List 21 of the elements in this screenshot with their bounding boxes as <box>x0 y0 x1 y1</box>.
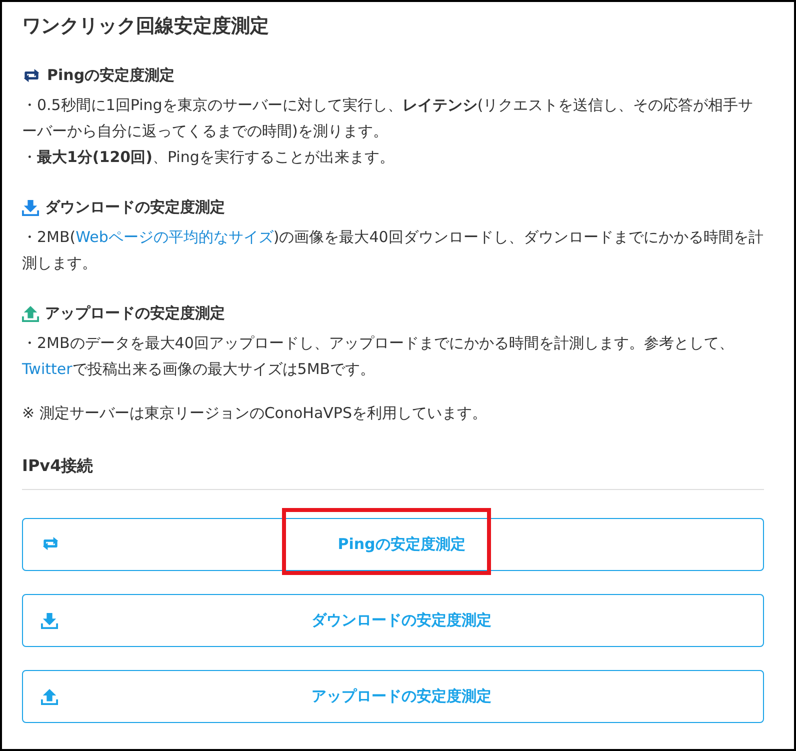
description-text: ・2MB(Webページの平均的なサイズ)の画像を最大40回ダウンロードし、ダウンロードまでにかかる時間を計測します。 <box>22 227 764 274</box>
measure-button[interactable]: Pingの安定度測定 <box>22 518 764 571</box>
upload-icon <box>41 688 58 705</box>
note-text: ※ 測定サーバーは東京リージョンのConoHaVPSを利用しています。 <box>22 403 488 424</box>
download-icon <box>41 612 58 629</box>
measure-button[interactable]: アップロードの安定度測定 <box>22 670 764 723</box>
description-text: ・0.5秒間に1回Pingを東京のサーバーに対して実行し、レイテンシ(リクエストを送信し、その応答が相手サーバーから自分に返ってくるまでの時間)を測ります。 <box>22 95 754 142</box>
section-heading: Pingの安定度測定 <box>47 66 175 84</box>
description-text: ・最大1分(120回)、Pingを実行することが出来ます。 <box>22 147 396 168</box>
measure-button[interactable]: ダウンロードの安定度測定 <box>22 594 764 647</box>
text-link[interactable]: Twitter <box>22 360 72 378</box>
section-heading: アップロードの安定度測定 <box>45 304 225 322</box>
description-text: ・2MBのデータを最大40回アップロードし、アップロードまでにかかる時間を計測します。参考として、 Twitterで投稿出来る画像の最大サイズは5MBです。 <box>22 333 735 380</box>
text-link[interactable]: Webページの平均的なサイズ <box>76 228 274 246</box>
refresh-icon <box>22 68 41 82</box>
upload-icon <box>22 304 39 322</box>
download-icon <box>22 198 39 216</box>
page-title: ワンクリック回線安定度測定 <box>22 14 270 39</box>
refresh-icon <box>41 536 60 551</box>
section-heading: ダウンロードの安定度測定 <box>45 198 225 216</box>
section-heading: IPv4接続 <box>22 456 94 477</box>
